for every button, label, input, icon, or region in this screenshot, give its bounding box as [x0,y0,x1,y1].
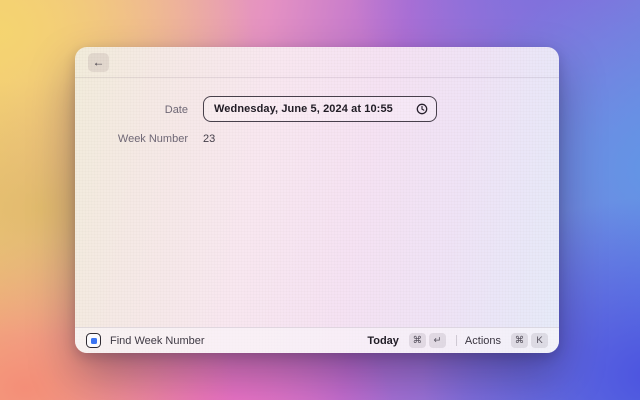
date-picker-field[interactable]: Wednesday, June 5, 2024 at 10:55 [203,96,437,122]
desktop-wallpaper: ← Date Wednesday, June 5, 2024 at 10:55 [0,0,640,400]
window-header: ← [75,47,559,78]
date-field-row: Date Wednesday, June 5, 2024 at 10:55 [75,96,559,122]
today-action-button[interactable]: Today [367,335,399,347]
action-bar-right: Today ⌘ ↵ Actions ⌘ K [367,333,548,348]
week-number-extension-icon [86,333,101,348]
clock-icon [416,103,428,115]
command-name: Find Week Number [110,334,205,347]
week-number-label: Week Number [117,133,188,145]
action-bar-divider [455,335,457,346]
command-key-icon[interactable]: ⌘ [511,333,528,348]
date-label: Date [164,103,188,116]
date-picker-value: Wednesday, June 5, 2024 at 10:55 [214,103,393,115]
command-key-icon[interactable]: ⌘ [408,333,426,348]
week-number-row: Week Number 23 [75,132,559,146]
action-bar: Find Week Number Today ⌘ ↵ Actions ⌘ K [75,327,559,353]
action-bar-left: Find Week Number [86,333,205,348]
form-content: Date Wednesday, June 5, 2024 at 10:55 We… [75,78,559,327]
actions-menu-button[interactable]: Actions [465,335,501,347]
week-number-value: 23 [203,132,216,145]
extension-icon-dot [90,337,97,344]
back-arrow-icon: ← [92,55,105,69]
back-button[interactable]: ← [88,52,109,72]
k-key-icon[interactable]: K [531,333,548,348]
find-week-number-window: ← Date Wednesday, June 5, 2024 at 10:55 [75,47,559,353]
return-key-icon[interactable]: ↵ [428,333,446,348]
